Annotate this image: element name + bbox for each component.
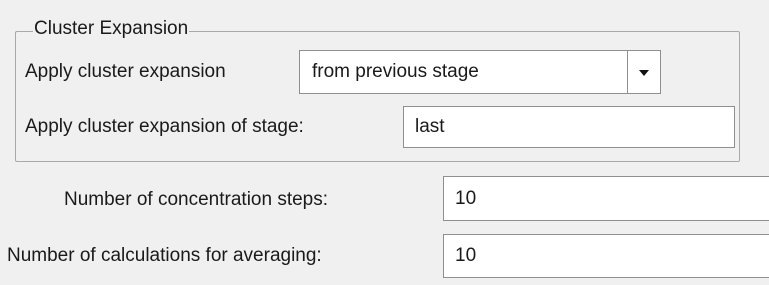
chevron-down-icon (639, 70, 649, 76)
concentration-steps-label: Number of concentration steps: (64, 189, 329, 210)
averaging-calculations-input[interactable]: 10 (443, 234, 769, 278)
cluster-expansion-stage-input[interactable]: last (403, 106, 735, 148)
averaging-calculations-label: Number of calculations for averaging: (7, 245, 322, 266)
apply-cluster-expansion-select[interactable]: from previous stage (299, 50, 661, 94)
concentration-steps-input[interactable]: 10 (443, 176, 769, 221)
cluster-expansion-group-title: Cluster Expansion (33, 18, 190, 40)
apply-cluster-expansion-label: Apply cluster expansion (25, 61, 226, 82)
apply-cluster-expansion-stage-label: Apply cluster expansion of stage: (25, 116, 304, 137)
apply-cluster-expansion-value: from previous stage (312, 61, 479, 82)
dropdown-button[interactable] (627, 51, 660, 93)
